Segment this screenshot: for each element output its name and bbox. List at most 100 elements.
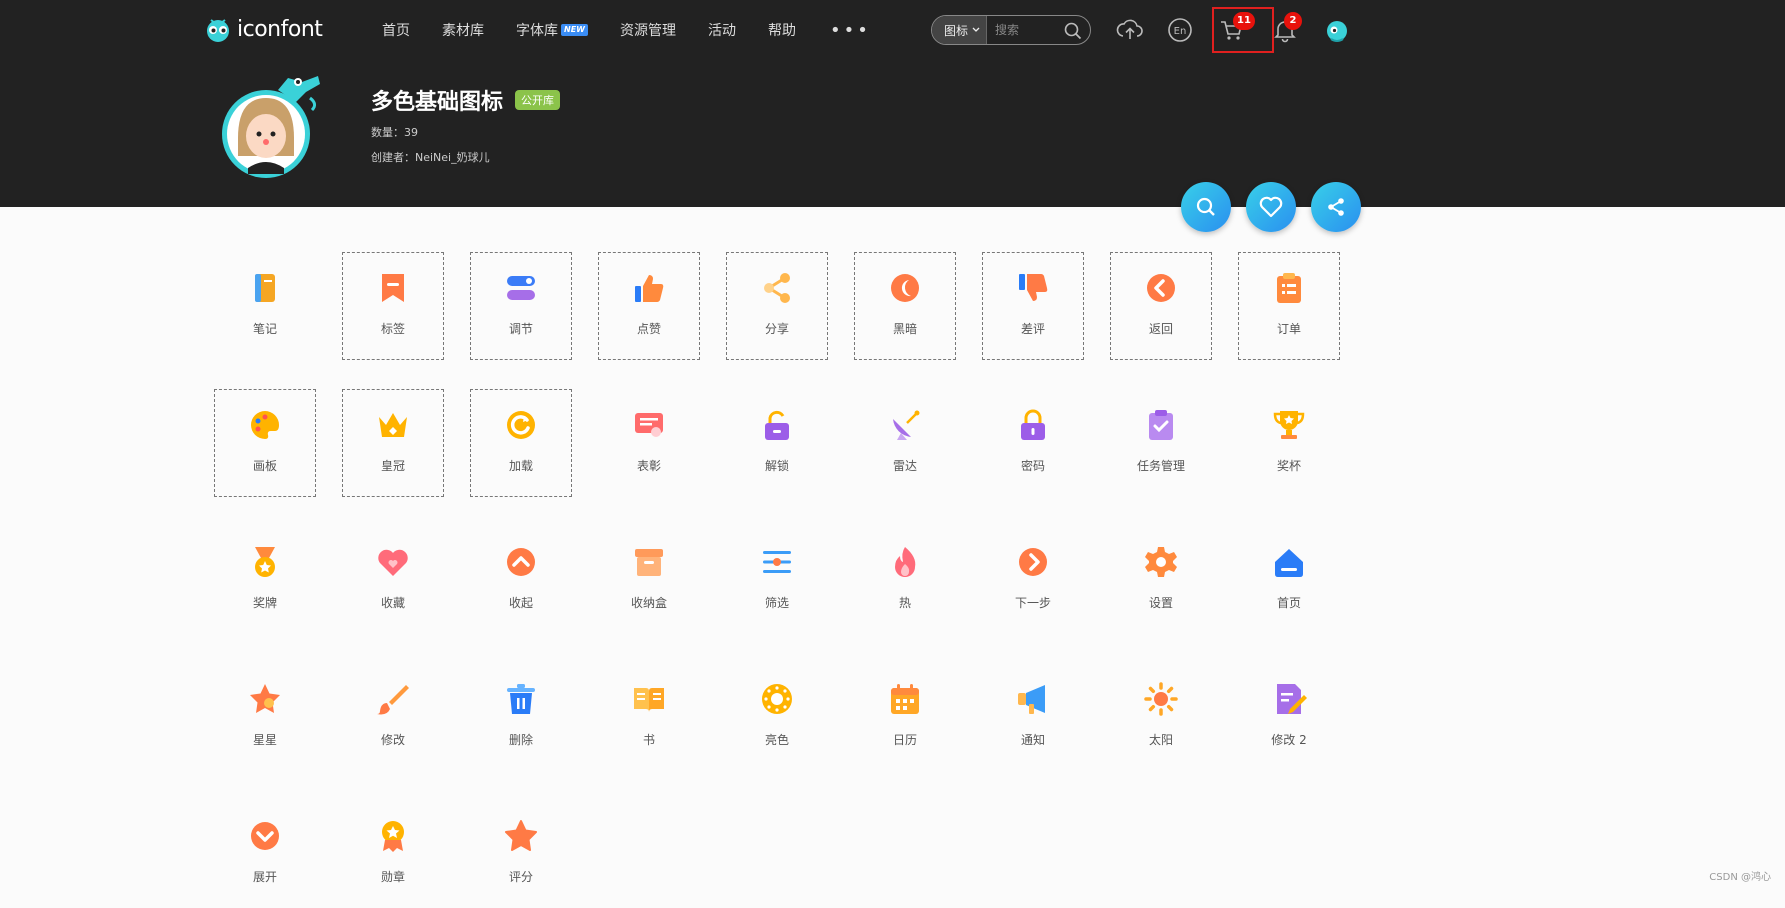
next-circle-icon <box>1015 544 1051 580</box>
chevron-down-icon <box>972 26 980 34</box>
top-nav-bar: iconfont 首页 素材库 字体库NEW 资源管理 活动 帮助 ••• 图标… <box>0 0 1785 60</box>
icon-card[interactable]: 画板 <box>214 389 316 497</box>
box-icon <box>631 544 667 580</box>
more-menu-button[interactable]: ••• <box>830 22 871 40</box>
chevron-up-circle-icon <box>503 544 539 580</box>
icon-card[interactable]: 雷达 <box>854 389 956 497</box>
icon-card[interactable]: 修改 <box>342 663 444 771</box>
icon-card[interactable]: 设置 <box>1110 526 1212 634</box>
icon-card-label: 亮色 <box>765 731 789 748</box>
nav-item-help[interactable]: 帮助 <box>768 19 796 41</box>
user-avatar-icon[interactable] <box>1322 15 1352 45</box>
icon-card[interactable]: 收藏 <box>342 526 444 634</box>
library-count: 数量：39 <box>371 124 418 140</box>
icon-card-label: 雷达 <box>893 457 917 474</box>
notification-count-badge: 2 <box>1284 12 1302 30</box>
gear-icon <box>1143 544 1179 580</box>
toggle-icon <box>503 270 539 306</box>
icon-card-label: 差评 <box>1021 320 1045 337</box>
icon-card[interactable]: 解锁 <box>726 389 828 497</box>
icon-card[interactable]: 展开 <box>214 800 316 908</box>
palette-icon <box>247 407 283 443</box>
icon-card[interactable]: 奖杯 <box>1238 389 1340 497</box>
library-title: 多色基础图标 <box>371 84 503 116</box>
icon-card[interactable]: 日历 <box>854 663 956 771</box>
icon-card-label: 解锁 <box>765 457 789 474</box>
icon-card-label: 调节 <box>509 320 533 337</box>
icon-card[interactable]: 收起 <box>470 526 572 634</box>
icon-card[interactable]: 太阳 <box>1110 663 1212 771</box>
new-badge: NEW <box>561 24 588 36</box>
icon-card[interactable]: 标签 <box>342 252 444 360</box>
sun-icon <box>1143 681 1179 717</box>
icon-card[interactable]: 皇冠 <box>342 389 444 497</box>
icon-card[interactable]: 筛选 <box>726 526 828 634</box>
icon-card-label: 删除 <box>509 731 533 748</box>
thumbs-up-icon <box>631 270 667 306</box>
icon-card[interactable]: 评分 <box>470 800 572 908</box>
icon-card[interactable]: 调节 <box>470 252 572 360</box>
nav-item-fonts[interactable]: 字体库NEW <box>516 19 588 41</box>
icon-card-label: 设置 <box>1149 594 1173 611</box>
icon-card-label: 返回 <box>1149 320 1173 337</box>
logo[interactable]: iconfont <box>203 14 322 44</box>
fire-icon <box>887 544 923 580</box>
lock-icon <box>1015 407 1051 443</box>
iconfont-logo-icon <box>203 14 233 44</box>
icon-card-label: 收藏 <box>381 594 405 611</box>
trash-icon <box>503 681 539 717</box>
nav-item-home[interactable]: 首页 <box>382 19 410 41</box>
search-icon[interactable] <box>1064 22 1082 40</box>
icon-card[interactable]: 星星 <box>214 663 316 771</box>
icon-card[interactable]: 删除 <box>470 663 572 771</box>
icon-card[interactable]: 书 <box>598 663 700 771</box>
icon-card[interactable]: 亮色 <box>726 663 828 771</box>
icon-card[interactable]: 返回 <box>1110 252 1212 360</box>
icon-card[interactable]: 修改 2 <box>1238 663 1340 771</box>
icon-card[interactable]: 奖牌 <box>214 526 316 634</box>
share-library-button[interactable] <box>1311 182 1361 232</box>
icon-card[interactable]: 密码 <box>982 389 1084 497</box>
thumbs-down-icon <box>1015 270 1051 306</box>
library-creator: 创建者：NeiNei_奶球儿 <box>371 149 490 165</box>
watermark: CSDN @鸿心 <box>1709 868 1771 883</box>
loading-icon <box>503 407 539 443</box>
nav-item-events[interactable]: 活动 <box>708 19 736 41</box>
icon-card-label: 皇冠 <box>381 457 405 474</box>
nav-item-resources[interactable]: 资源管理 <box>620 19 676 41</box>
upload-cloud-icon[interactable] <box>1116 16 1144 44</box>
search-input[interactable] <box>987 23 1049 37</box>
icon-card[interactable]: 订单 <box>1238 252 1340 360</box>
icon-card[interactable]: 分享 <box>726 252 828 360</box>
icon-card[interactable]: 热 <box>854 526 956 634</box>
icon-card-label: 任务管理 <box>1137 457 1185 474</box>
icon-card-label: 太阳 <box>1149 731 1173 748</box>
icon-card[interactable]: 任务管理 <box>1110 389 1212 497</box>
search-bar: 图标 <box>931 15 1091 45</box>
icon-card[interactable]: 勋章 <box>342 800 444 908</box>
star-icon <box>503 818 539 854</box>
icon-card[interactable]: 表彰 <box>598 389 700 497</box>
search-icon <box>1195 196 1217 218</box>
icon-card[interactable]: 差评 <box>982 252 1084 360</box>
nav-item-label: 字体库 <box>516 20 558 40</box>
search-type-select[interactable]: 图标 <box>932 16 987 44</box>
icon-card[interactable]: 黑暗 <box>854 252 956 360</box>
icon-card[interactable]: 下一步 <box>982 526 1084 634</box>
icon-card[interactable]: 通知 <box>982 663 1084 771</box>
search-type-label: 图标 <box>944 22 968 39</box>
logo-text: iconfont <box>237 17 322 42</box>
icon-card[interactable]: 收纳盒 <box>598 526 700 634</box>
search-library-button[interactable] <box>1181 182 1231 232</box>
favorite-library-button[interactable] <box>1246 182 1296 232</box>
heart-icon <box>375 544 411 580</box>
language-en-icon[interactable]: En <box>1166 16 1194 44</box>
icon-card[interactable]: 点赞 <box>598 252 700 360</box>
bookmark-icon <box>375 270 411 306</box>
icon-card[interactable]: 笔记 <box>214 252 316 360</box>
icon-card[interactable]: 加载 <box>470 389 572 497</box>
icon-card-label: 下一步 <box>1015 594 1051 611</box>
chevron-down-circle-icon <box>247 818 283 854</box>
nav-item-materials[interactable]: 素材库 <box>442 19 484 41</box>
icon-card[interactable]: 首页 <box>1238 526 1340 634</box>
